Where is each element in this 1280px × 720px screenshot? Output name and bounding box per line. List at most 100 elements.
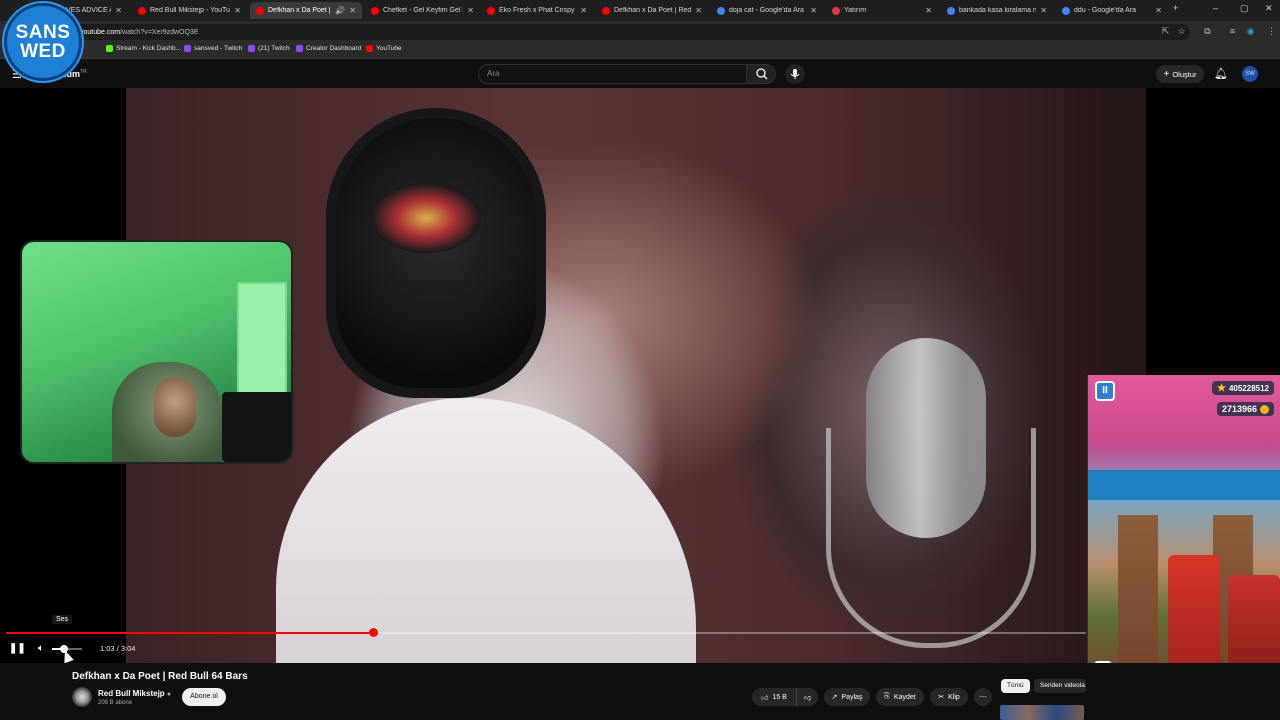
share-button[interactable]: ↗ Paylaş [824, 688, 870, 706]
bookmark-label: sansved - Twitch [194, 45, 243, 52]
url-host: youtube.com [80, 28, 121, 36]
create-button[interactable]: + Oluştur [1156, 65, 1204, 83]
url-input[interactable]: youtube.com/watch?v=Xer9zdwOQ3E [60, 24, 1190, 40]
youtube-icon [366, 45, 373, 52]
logo-line-1: SANS [15, 22, 71, 43]
bookmark-item[interactable]: sansved - Twitch [184, 45, 242, 52]
video-info: Defkhan x Da Poet | Red Bull 64 Bars Red… [0, 663, 1280, 720]
clip-label: Klip [948, 693, 960, 701]
google-icon [947, 6, 955, 15]
channel-name[interactable]: Red Bull Mikstejp ● [98, 689, 171, 698]
thumbs-up-icon: 👍︎ [761, 694, 769, 702]
video-subject-headphones [326, 108, 546, 398]
pause-button[interactable]: ❚❚ [9, 642, 26, 656]
address-bar-row: youtube.com/watch?v=Xer9zdwOQ3E ⇱ ☆ ⧉ ≡ … [0, 21, 1280, 42]
maximize-icon[interactable]: ▢ [1240, 3, 1249, 14]
star-icon: ★ [1216, 382, 1226, 394]
notifications-bell-icon[interactable]: 🔔︎ [1214, 67, 1228, 80]
volume-icon[interactable]: 🔈︎ [34, 642, 48, 656]
account-avatar[interactable]: SW [1242, 66, 1258, 82]
browser-tab[interactable]: Chefket - Gel Keyfim Gel [Offi ✕ [365, 2, 480, 19]
bookmark-item[interactable]: (21) Twitch [248, 45, 290, 52]
tab-title: Chefket - Gel Keyfim Gel [Offi [383, 7, 463, 14]
save-label: Kaydet [893, 693, 916, 701]
dislike-button[interactable]: 👎︎ [796, 688, 818, 706]
speaker-icon[interactable]: 🔊 [335, 6, 345, 15]
google-icon [1062, 6, 1070, 15]
profile-icon[interactable]: ◉ [1245, 26, 1256, 37]
kick-icon [106, 45, 113, 52]
browser-tab[interactable]: Defkhan x Da Poet | Red Bull ✕ [596, 2, 708, 19]
progress-bar[interactable] [6, 628, 1086, 637]
bookmark-item[interactable]: Creator Dashboard [296, 45, 361, 52]
bookmark-label: Stream - Kick Dashb... [116, 45, 182, 52]
video-title: Defkhan x Da Poet | Red Bull 64 Bars [72, 671, 248, 682]
streamer-face [154, 377, 196, 437]
twitch-icon [296, 45, 303, 52]
browser-tab[interactable]: doja cat - Google'da Ara ✕ [711, 2, 823, 19]
window-close-icon[interactable]: ✕ [1265, 3, 1273, 14]
verified-icon: ● [166, 691, 172, 698]
red-bull-logo [371, 183, 481, 253]
video-subject-shirt [276, 398, 696, 663]
save-icon: ⎘ [884, 693, 890, 700]
bookmark-item[interactable]: Stream - Kick Dashb... [106, 45, 181, 52]
scissors-icon: ✂ [938, 694, 945, 701]
voice-search-button[interactable] [785, 64, 805, 84]
tab-title: Yatırım [844, 7, 867, 14]
microphone-stand [826, 428, 1036, 648]
sidebar-icon[interactable]: ≡ [1227, 26, 1238, 37]
like-button[interactable]: 👍︎ 15 B [752, 688, 796, 706]
game-roof [1088, 470, 1280, 500]
plus-icon: + [1163, 68, 1170, 80]
volume-tooltip: Ses [52, 615, 73, 624]
minimize-icon[interactable]: – [1213, 3, 1218, 13]
bookmark-star-icon[interactable]: ☆ [1176, 26, 1187, 37]
close-icon[interactable]: ✕ [695, 6, 702, 15]
cast-icon[interactable]: ⇱ [1160, 26, 1171, 37]
close-icon[interactable]: ✕ [925, 6, 932, 15]
new-tab-icon[interactable]: + [1173, 3, 1178, 13]
save-button[interactable]: ⎘ Kaydet [876, 688, 924, 706]
browser-tab-active[interactable]: Defkhan x Da Poet | Red B 🔊 ✕ [250, 2, 362, 19]
close-icon[interactable]: ✕ [810, 6, 817, 15]
close-icon[interactable]: ✕ [349, 6, 356, 15]
channel-avatar[interactable] [72, 687, 92, 707]
related-thumbnail[interactable] [1000, 705, 1084, 720]
bookmark-item[interactable]: YouTube [366, 45, 402, 52]
chip-all[interactable]: Tümü [1001, 679, 1030, 693]
browser-tab[interactable]: bankada kasa kiralama ne ka ✕ [941, 2, 1053, 19]
tab-title: Red Bull Mikstejp - YouTube [150, 7, 231, 14]
browser-tab[interactable]: ddu - Google'da Ara ✕ [1056, 2, 1168, 19]
browser-tab[interactable]: Red Bull Mikstejp - YouTube ✕ [132, 2, 247, 19]
thumbs-down-icon: 👎︎ [803, 694, 812, 702]
close-icon[interactable]: ✕ [234, 6, 241, 15]
clip-button[interactable]: ✂ Klip [930, 688, 968, 706]
close-icon[interactable]: ✕ [580, 6, 587, 15]
share-icon: ↗ [831, 694, 838, 701]
browser-tab[interactable]: Eko Fresh x Phat Crispy & Kor ✕ [481, 2, 593, 19]
extensions-icon[interactable]: ⧉ [1202, 26, 1213, 37]
logo-country: TR [80, 69, 87, 75]
twitch-icon [184, 45, 191, 52]
google-icon [717, 6, 725, 15]
menu-icon[interactable]: ⋮ [1266, 26, 1277, 37]
more-actions-button[interactable]: ⋯ [974, 688, 992, 706]
share-label: Paylaş [841, 693, 863, 701]
tab-title: VES ADVICE AS A [66, 7, 111, 14]
subscribe-button[interactable]: Abone ol [182, 688, 226, 706]
chip-series[interactable]: Seriden videola [1034, 679, 1086, 693]
game-pause-button[interactable]: II [1095, 381, 1115, 401]
close-icon[interactable]: ✕ [1040, 6, 1047, 15]
tab-title: Eko Fresh x Phat Crispy & Kor [499, 7, 576, 14]
close-icon[interactable]: ✕ [467, 6, 474, 15]
youtube-icon [138, 6, 146, 15]
close-icon[interactable]: ✕ [1155, 6, 1162, 15]
close-icon[interactable]: ✕ [115, 6, 122, 15]
channel-name-text: Red Bull Mikstejp [98, 689, 165, 698]
time-display: 1:03 / 3:04 [100, 644, 136, 653]
browser-tab[interactable]: Yatırım ✕ [826, 2, 938, 19]
search-button[interactable] [746, 64, 776, 84]
url-path: /watch?v=Xer9zdwOQ3E [120, 28, 199, 36]
search-input[interactable]: Ara [478, 64, 746, 84]
